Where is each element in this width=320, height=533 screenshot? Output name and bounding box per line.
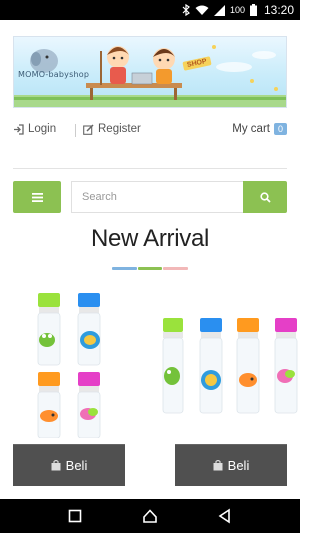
- status-icons: 100 13:20: [182, 0, 294, 20]
- hamburger-icon: [31, 192, 43, 202]
- shopping-bag-icon: [213, 460, 223, 471]
- product-card[interactable]: Beli: [160, 288, 300, 486]
- edit-icon: [83, 123, 94, 135]
- clock: 13:20: [263, 3, 294, 17]
- title-underline: [112, 267, 189, 270]
- menu-button[interactable]: [13, 181, 61, 213]
- account-row: Login Register My cart 0: [13, 123, 287, 139]
- product-image[interactable]: [160, 288, 300, 438]
- underline-segment: [163, 267, 189, 270]
- login-icon: [14, 123, 24, 135]
- battery-percent: 100: [229, 5, 245, 15]
- shop-logo: MOMO-babyshop: [18, 70, 90, 79]
- buy-button[interactable]: Beli: [13, 444, 125, 486]
- register-label: Register: [98, 123, 141, 135]
- shop-banner[interactable]: MOMO-babyshop SHOP: [13, 36, 287, 108]
- back-icon[interactable]: [217, 508, 233, 524]
- account-separator: [75, 124, 76, 137]
- bluetooth-icon: [182, 4, 190, 16]
- product-card[interactable]: Beli: [0, 288, 138, 486]
- search-icon: [259, 191, 271, 203]
- home-icon[interactable]: [142, 508, 158, 524]
- login-label: Login: [28, 123, 57, 135]
- buy-button[interactable]: Beli: [175, 444, 287, 486]
- status-bar: 100 13:20: [0, 0, 300, 20]
- cart-label: My cart: [232, 123, 270, 135]
- recents-icon[interactable]: [67, 508, 83, 524]
- register-link[interactable]: Register: [83, 123, 141, 135]
- section-title: New Arrival: [90, 225, 210, 252]
- battery-icon: [249, 4, 257, 16]
- wifi-icon: [195, 5, 209, 15]
- login-link[interactable]: Login: [13, 123, 56, 135]
- shopping-bag-icon: [51, 460, 61, 471]
- search-input[interactable]: [71, 181, 243, 213]
- signal-icon: [213, 4, 225, 16]
- buy-label: Beli: [227, 458, 250, 473]
- system-nav-bar: [0, 499, 300, 533]
- product-image[interactable]: [0, 288, 138, 438]
- header-divider: [13, 168, 287, 169]
- underline-segment: [137, 267, 163, 270]
- cart-count-badge: 0: [273, 123, 287, 135]
- cart-link[interactable]: My cart 0: [232, 123, 287, 135]
- search-button[interactable]: [243, 181, 287, 213]
- buy-label: Beli: [65, 458, 88, 473]
- underline-segment: [112, 267, 137, 270]
